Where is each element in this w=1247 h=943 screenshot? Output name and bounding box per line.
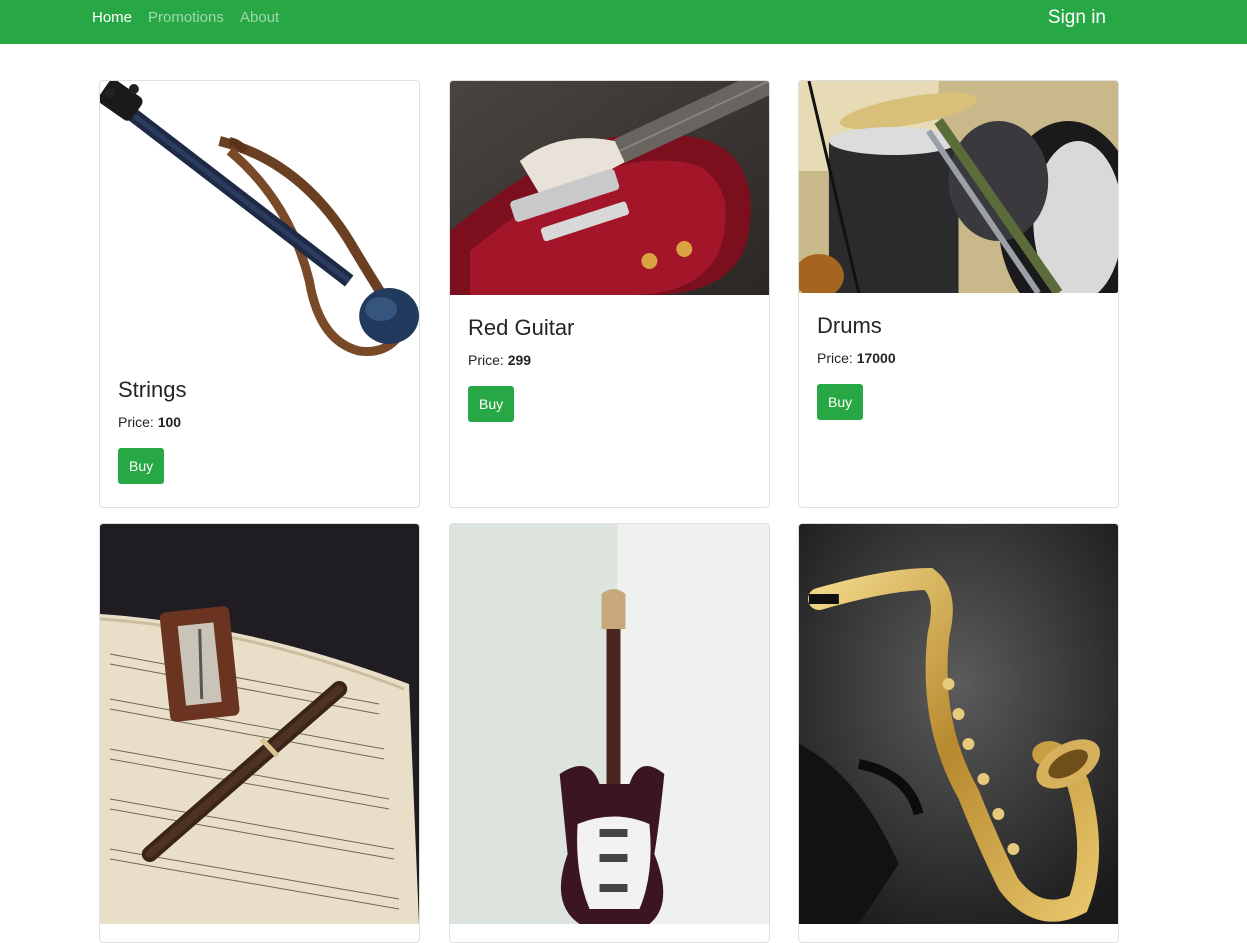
electric-violin-image[interactable] xyxy=(100,81,419,359)
card-body: Red Guitar Price: 299 Buy xyxy=(468,315,751,422)
product-price: Price: 299 xyxy=(468,352,532,368)
card-body: Drums Price: 17000 Buy xyxy=(817,313,1100,420)
drum-kit-image[interactable] xyxy=(799,81,1118,293)
product-card-red-guitar: Red Guitar Price: 299 Buy xyxy=(449,80,770,508)
product-title: Drums xyxy=(817,313,882,338)
card-body: Strings Price: 100 Buy xyxy=(118,377,401,484)
product-title: Red Guitar xyxy=(468,315,575,340)
nav-link-promotions[interactable]: Promotions xyxy=(148,9,224,27)
buy-button[interactable]: Buy xyxy=(118,448,165,484)
product-card-strings: Strings Price: 100 Buy xyxy=(99,80,420,508)
buy-button[interactable]: Buy xyxy=(468,386,515,422)
navbar: Home Promotions About Sign in xyxy=(0,0,1247,44)
sign-in-link[interactable]: Sign in xyxy=(1048,7,1106,29)
recorder-metronome-image[interactable] xyxy=(100,524,419,924)
red-guitar-image[interactable] xyxy=(450,81,769,295)
product-card-electric-guitar xyxy=(449,523,770,943)
product-card-saxophone xyxy=(798,523,1119,943)
product-price: Price: 100 xyxy=(118,414,182,430)
product-title: Strings xyxy=(118,377,187,402)
saxophone-image[interactable] xyxy=(799,524,1118,924)
nav-link-home[interactable]: Home xyxy=(92,9,132,27)
electric-guitar-corner-image[interactable] xyxy=(450,524,769,924)
product-card-recorder xyxy=(99,523,420,943)
nav-link-about[interactable]: About xyxy=(240,9,279,27)
buy-button[interactable]: Buy xyxy=(817,384,864,420)
product-card-drums: Drums Price: 17000 Buy xyxy=(798,80,1119,508)
product-price: Price: 17000 xyxy=(817,350,896,366)
